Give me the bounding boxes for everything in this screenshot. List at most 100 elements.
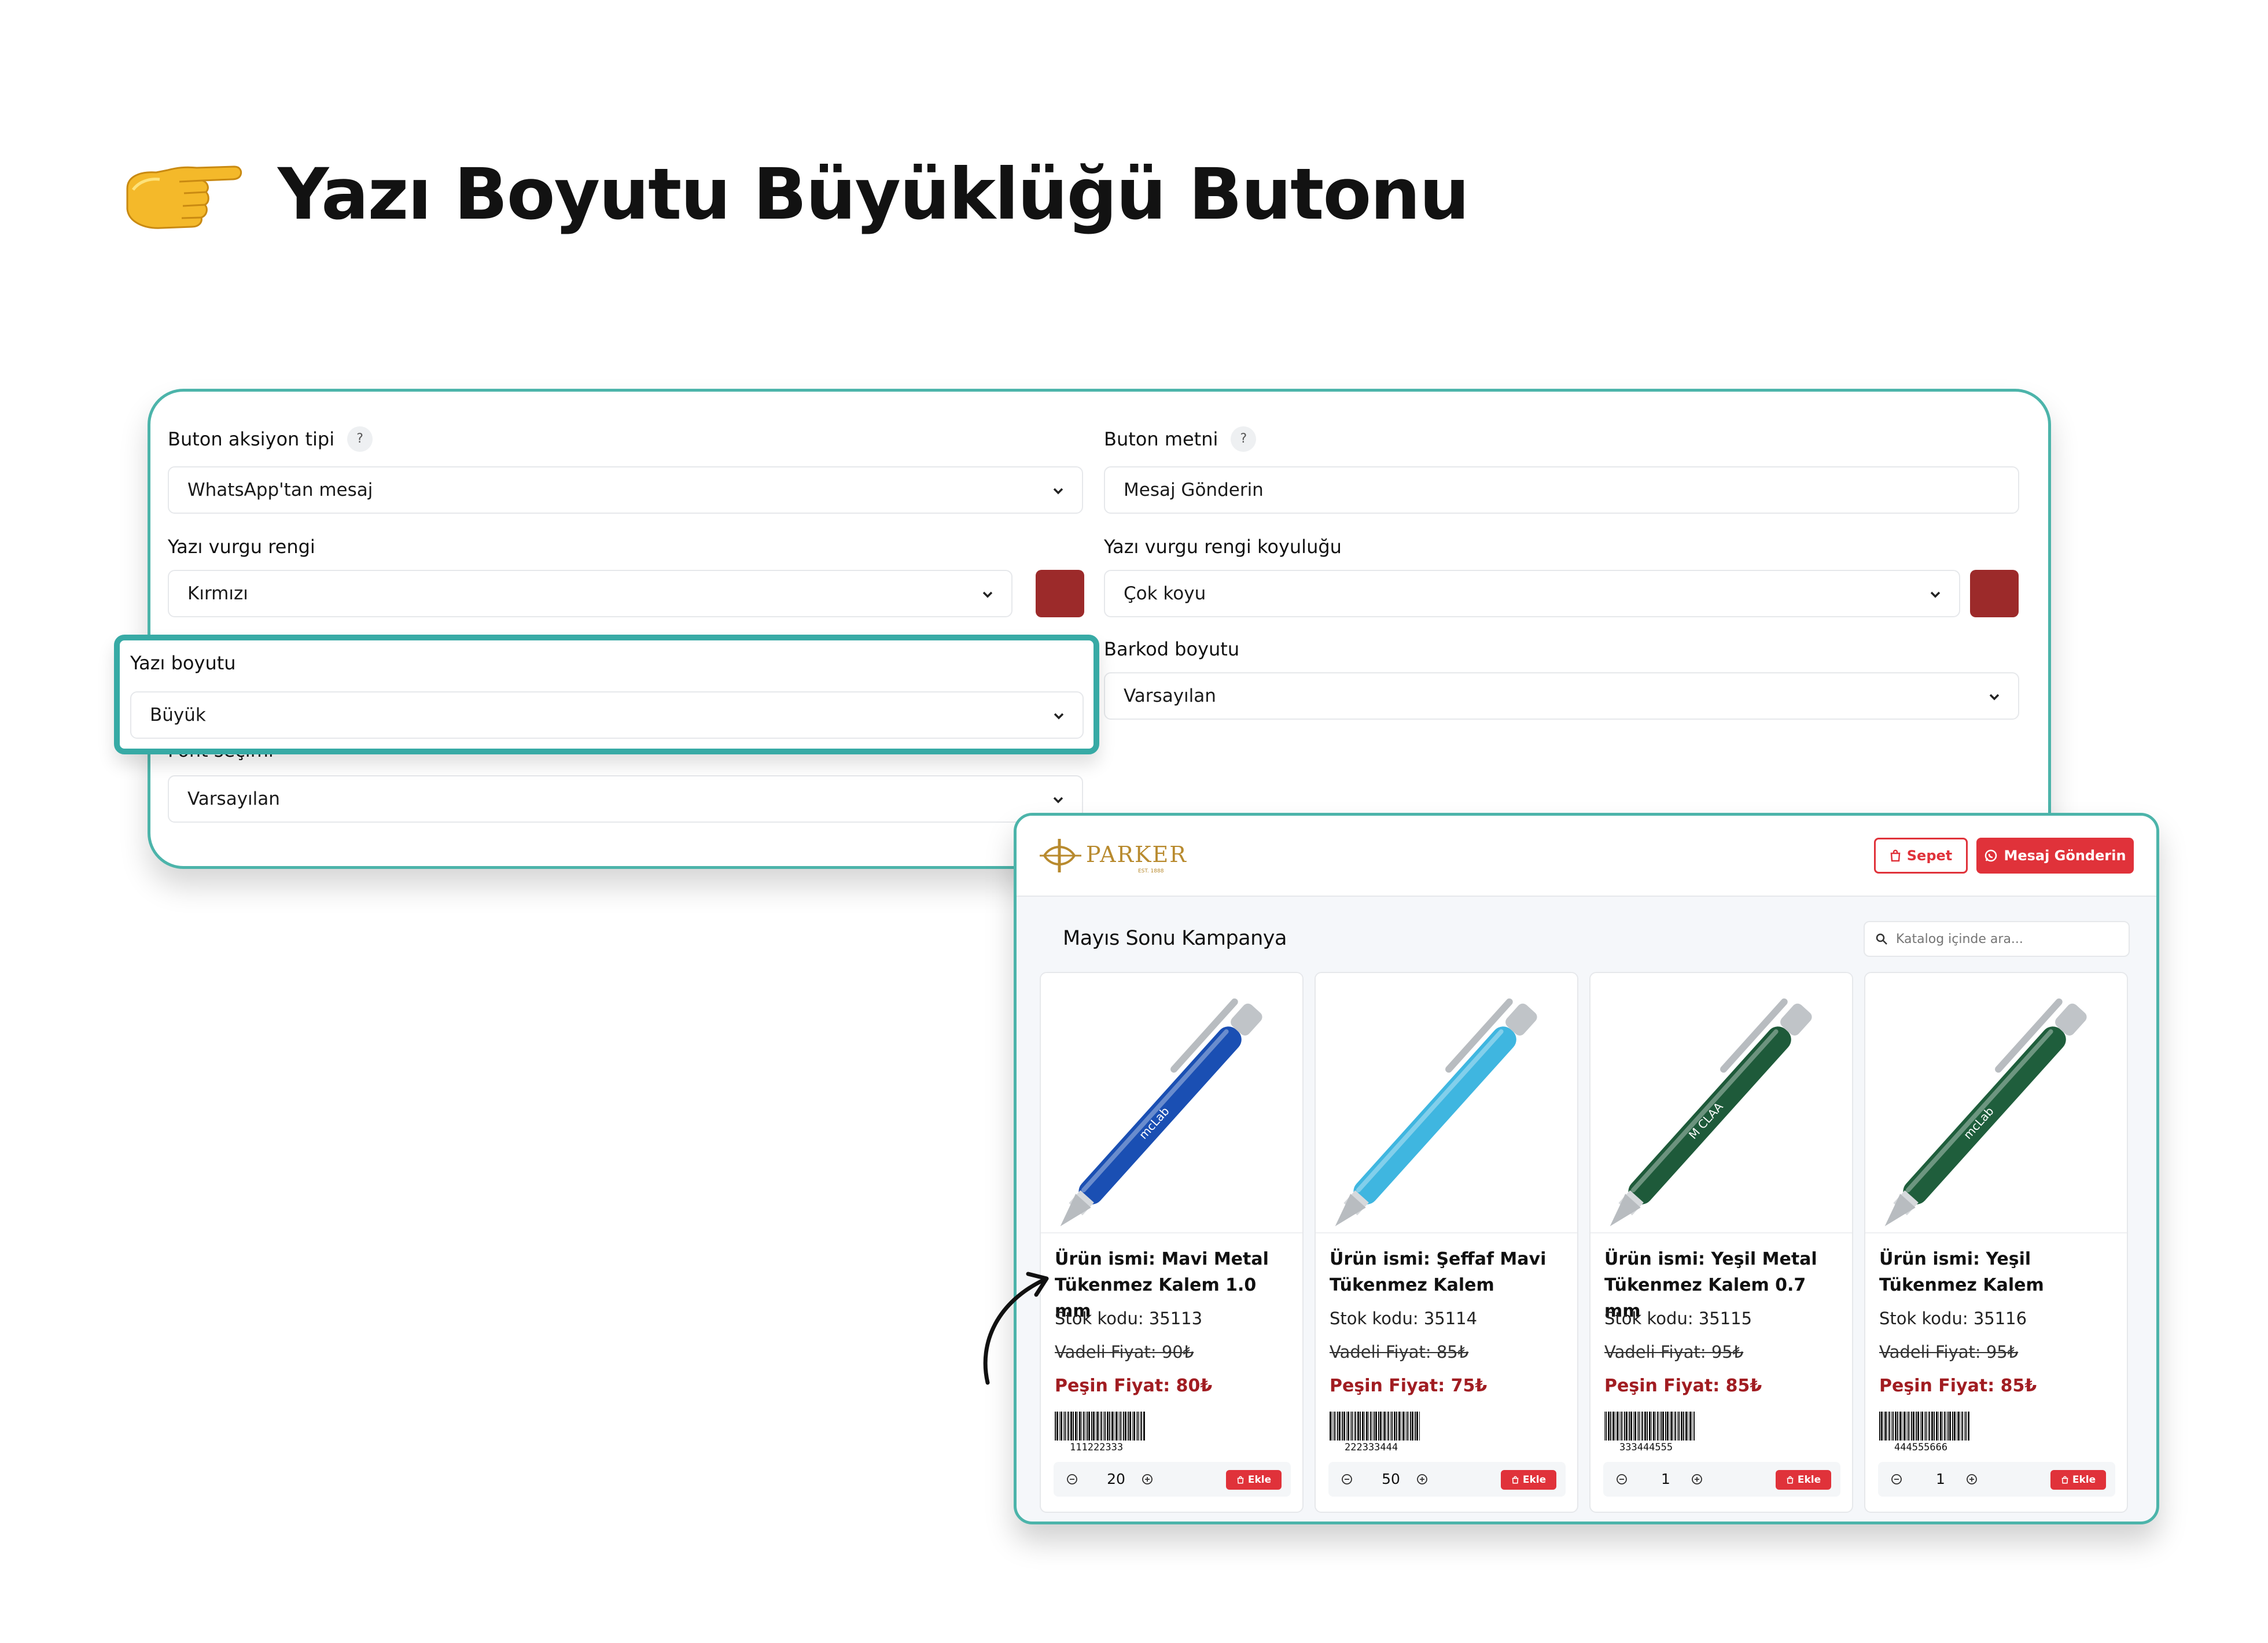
product-cash-price: Peşin Fiyat: 80₺ [1055,1376,1213,1396]
bag-icon [1787,1476,1794,1484]
product-image: M CLAA [1590,973,1852,1233]
chevron-down-icon [1053,797,1063,804]
barcode-number: 222333444 [1345,1442,1398,1453]
svg-text:EST. 1888: EST. 1888 [1138,868,1164,874]
bag-icon [2061,1476,2068,1484]
pointing-hand-icon [126,165,242,229]
barcode-size-value: Varsayılan [1124,686,1216,706]
font-family-select[interactable]: Varsayılan [168,775,1083,823]
font-size-highlight: Yazı boyutu Büyük [114,635,1099,754]
product-card[interactable]: Ürün ismi: Şeffaf Mavi Tükenmez Kalem Sto… [1315,972,1578,1513]
decrease-quantity-icon[interactable] [1616,1473,1628,1485]
help-icon[interactable]: ? [347,426,373,452]
quantity-stepper: 20 Ekle [1054,1462,1291,1497]
barcode-number: 333444555 [1619,1442,1673,1453]
button-text-value: Mesaj Gönderin [1124,480,1264,500]
chevron-down-icon [1930,591,1941,598]
accent-shade-value: Çok koyu [1124,583,1206,604]
decrease-quantity-icon[interactable] [1066,1473,1078,1485]
increase-quantity-icon[interactable] [1966,1473,1978,1485]
product-stock-code: Stok kodu: 35114 [1330,1309,1478,1328]
chevron-down-icon [1053,488,1063,495]
annotation-arrow-icon [983,1272,1049,1385]
product-card[interactable]: mcLab Ürün ismi: Mavi Metal Tükenmez Kale… [1040,972,1304,1513]
product-old-price: Vadeli Fiyat: 95₺ [1604,1342,1744,1362]
product-cash-price: Peşin Fiyat: 75₺ [1330,1376,1488,1396]
quantity-value[interactable]: 1 [1648,1471,1683,1487]
action-type-label-text: Buton aksiyon tipi [168,428,335,450]
increase-quantity-icon[interactable] [1691,1473,1703,1485]
product-name: Ürün ismi: Yeşil Tükenmez Kalem [1879,1249,2044,1295]
barcode-size-select[interactable]: Varsayılan [1104,672,2019,720]
accent-shade-swatch[interactable] [1970,570,2019,617]
add-label: Ekle [1522,1474,1547,1486]
chevron-down-icon [1989,694,2000,701]
font-size-select[interactable]: Büyük [130,691,1084,739]
barcode-size-label: Barkod boyutu [1104,638,1240,660]
product-old-price: Vadeli Fiyat: 90₺ [1055,1342,1194,1362]
font-size-label: Yazı boyutu [130,652,236,674]
decrease-quantity-icon[interactable] [1891,1473,1902,1485]
whatsapp-icon [1985,849,1997,862]
accent-color-value: Kırmızı [187,583,248,604]
add-to-cart-button[interactable]: Ekle [1501,1470,1556,1490]
product-old-price: Vadeli Fiyat: 95₺ [1879,1342,2019,1362]
search-input[interactable] [1895,931,2115,947]
catalog-header: PARKER EST. 1888 Sepet Mesaj Gönderin [1017,816,2156,897]
quantity-value[interactable]: 20 [1099,1471,1133,1487]
accent-color-select[interactable]: Kırmızı [168,570,1013,617]
add-label: Ekle [1247,1474,1272,1486]
barcode-number: 444555666 [1894,1442,1948,1453]
send-message-label: Mesaj Gönderin [2004,848,2126,864]
product-card[interactable]: M CLAA Ürün ismi: Yeşil Metal Tükenmez Ka… [1589,972,1853,1513]
barcode-icon [1879,1412,1969,1441]
product-stock-code: Stok kodu: 35116 [1879,1309,2027,1328]
add-to-cart-button[interactable]: Ekle [2050,1470,2106,1490]
font-size-value: Büyük [150,705,206,725]
product-image [1316,973,1577,1233]
add-to-cart-button[interactable]: Ekle [1226,1470,1282,1490]
cart-label: Sepet [1906,848,1953,864]
increase-quantity-icon[interactable] [1416,1473,1428,1485]
action-type-select[interactable]: WhatsApp'tan mesaj [168,466,1083,514]
barcode-icon [1330,1412,1420,1441]
chevron-down-icon [1054,713,1064,720]
help-icon[interactable]: ? [1231,426,1257,452]
catalog-title: Mayıs Sonu Kampanya [1063,927,1287,950]
product-name: Ürün ismi: Şeffaf Mavi Tükenmez Kalem [1330,1249,1547,1295]
accent-color-swatch[interactable] [1036,570,1084,617]
quantity-stepper: 1 Ekle [1878,1462,2115,1497]
product-old-price: Vadeli Fiyat: 85₺ [1330,1342,1469,1362]
quantity-stepper: 1 Ekle [1603,1462,1840,1497]
add-to-cart-button[interactable]: Ekle [1776,1470,1831,1490]
button-text-input[interactable]: Mesaj Gönderin [1104,466,2019,514]
cart-button[interactable]: Sepet [1874,838,1968,874]
bag-icon [1890,849,1901,862]
catalog-preview: PARKER EST. 1888 Sepet Mesaj Gönderin Ma… [1014,813,2159,1524]
increase-quantity-icon[interactable] [1142,1473,1153,1485]
button-text-label-text: Buton metni [1104,428,1218,450]
bag-icon [1237,1476,1244,1484]
add-label: Ekle [1797,1474,1821,1486]
accent-color-label: Yazı vurgu rengi [168,536,315,558]
svg-text:PARKER: PARKER [1086,842,1187,867]
product-card[interactable]: mcLab Ürün ismi: Yeşil Tükenmez Kalem Stok… [1864,972,2128,1513]
product-stock-code: Stok kodu: 35115 [1604,1309,1752,1328]
accent-shade-select[interactable]: Çok koyu [1104,570,1960,617]
button-text-label: Buton metni? [1104,425,1257,454]
chevron-down-icon [982,591,993,598]
accent-shade-label: Yazı vurgu rengi koyuluğu [1104,536,1342,558]
barcode-icon [1604,1412,1695,1441]
product-stock-code: Stok kodu: 35113 [1055,1309,1203,1328]
headline: Yazı Boyutu Büyüklüğü Butonu [122,153,1470,235]
page-title: Yazı Boyutu Büyüklüğü Butonu [278,153,1470,235]
decrease-quantity-icon[interactable] [1341,1473,1353,1485]
quantity-value[interactable]: 1 [1923,1471,1958,1487]
font-family-value: Varsayılan [187,789,280,809]
send-message-button[interactable]: Mesaj Gönderin [1976,838,2134,874]
catalog-search[interactable] [1864,921,2130,957]
quantity-value[interactable]: 50 [1374,1471,1408,1487]
add-label: Ekle [2072,1474,2096,1486]
search-icon [1876,933,1887,945]
product-image: mcLab [1041,973,1302,1233]
